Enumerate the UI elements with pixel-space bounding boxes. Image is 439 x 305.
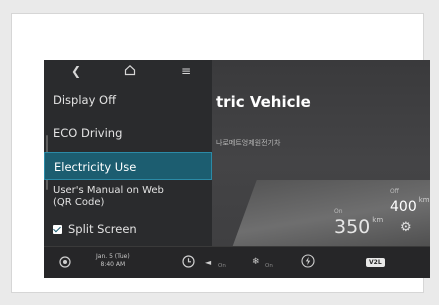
seat-heater-status: On xyxy=(218,263,226,269)
ev-page-subtitle: 나로메트엉제원전기차 xyxy=(216,139,281,147)
users-manual-label-line2: (QR Code) xyxy=(53,197,105,208)
menu-item-display-off[interactable]: Display Off xyxy=(44,86,212,114)
range-off-value: 400 xyxy=(390,199,417,215)
charging-icon[interactable] xyxy=(301,254,315,272)
range-on-readout: On 350 km xyxy=(334,208,383,238)
clock-time: 8:40 AM xyxy=(100,261,126,268)
home-icon[interactable] xyxy=(124,64,136,79)
checkbox-checked-icon[interactable] xyxy=(53,225,62,234)
power-icon[interactable] xyxy=(59,256,71,272)
fan-icon[interactable]: ❄ xyxy=(252,256,260,268)
range-on-label: On xyxy=(334,208,343,215)
users-manual-label-line1: User's Manual on Web xyxy=(53,185,164,196)
ev-page-title: tric Vehicle xyxy=(216,93,311,111)
range-off-label: Off xyxy=(390,188,399,195)
range-off-unit: km xyxy=(418,196,430,204)
menu-top-bar: ❮ ≡ xyxy=(44,60,212,82)
clock-widget[interactable]: Jan. 5 (Tue) 8:40 AM xyxy=(96,253,130,269)
menu-item-users-manual[interactable]: User's Manual on Web (QR Code) xyxy=(44,183,212,211)
figure-frame: tric Vehicle 나로메트엉제원전기차 Off 400 km On 350… xyxy=(11,13,430,293)
hamburger-menu-icon[interactable]: ≡ xyxy=(181,64,191,78)
side-menu: ❮ ≡ Display Off ECO Driving Electricity … xyxy=(44,60,212,246)
infotainment-screen: tric Vehicle 나로메트엉제원전기차 Off 400 km On 350… xyxy=(44,60,430,278)
seat-heater-icon[interactable]: ◄ xyxy=(205,257,211,269)
menu-item-split-screen[interactable]: Split Screen xyxy=(44,215,212,243)
menu-item-electricity-use[interactable]: Electricity Use xyxy=(44,152,212,180)
range-on-value: 350 xyxy=(334,216,371,238)
timer-icon[interactable] xyxy=(182,255,195,272)
bottom-status-bar: Jan. 5 (Tue) 8:40 AM ◄ On ❄ On V2L xyxy=(44,246,430,278)
menu-item-eco-driving[interactable]: ECO Driving xyxy=(44,119,212,147)
fan-status: On xyxy=(265,263,273,269)
v2l-badge[interactable]: V2L xyxy=(366,258,385,267)
range-off-readout: Off 400 km xyxy=(390,188,430,215)
split-screen-label: Split Screen xyxy=(68,222,137,236)
gear-icon[interactable]: ⚙ xyxy=(400,221,412,234)
range-on-unit: km xyxy=(372,216,384,224)
clock-date: Jan. 5 (Tue) xyxy=(96,253,130,260)
ev-content-area: tric Vehicle 나로메트엉제원전기차 Off 400 km On 350… xyxy=(44,60,430,250)
chevron-left-icon[interactable]: ❮ xyxy=(71,64,81,78)
